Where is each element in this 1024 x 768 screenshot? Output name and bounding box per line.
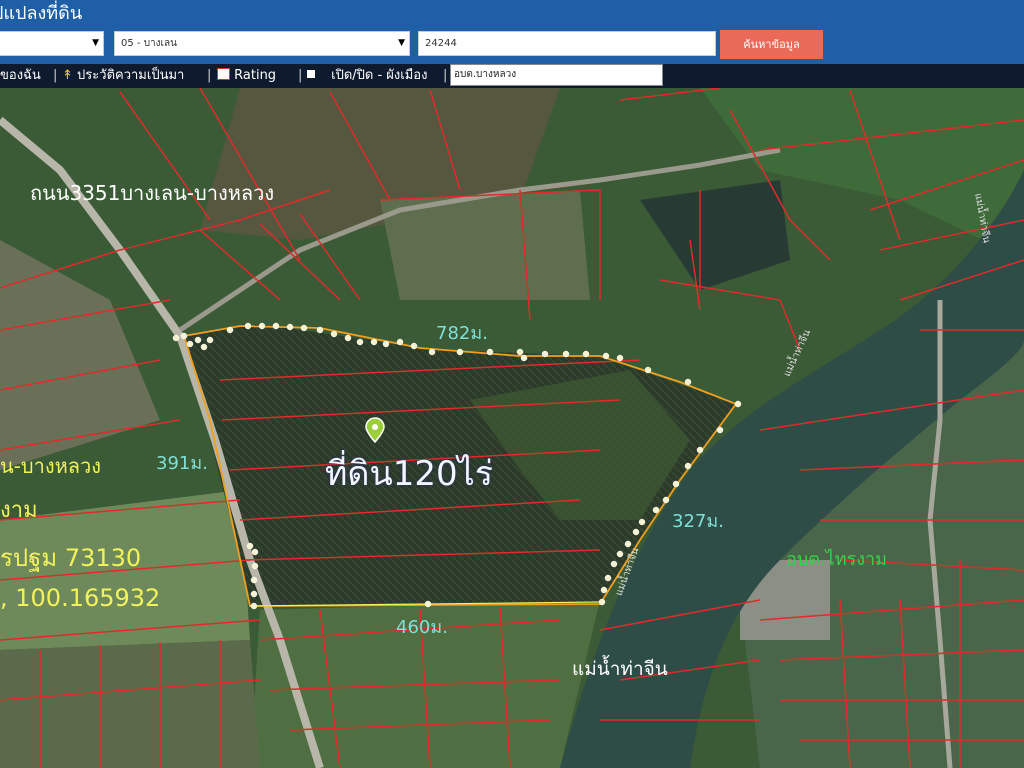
boundary-vertex-marker — [344, 334, 352, 342]
address-line-4: , 100.165932 — [0, 584, 161, 612]
boundary-vertex-marker — [200, 343, 208, 351]
boundary-vertex-marker — [638, 518, 646, 526]
boundary-vertex-marker — [652, 506, 660, 514]
boundary-vertex-marker — [396, 338, 404, 346]
boundary-vertex-marker — [644, 366, 652, 374]
boundary-vertex-marker — [246, 542, 254, 550]
boundary-vertex-marker — [194, 336, 202, 344]
boundary-vertex-marker — [370, 338, 378, 346]
toolbar-separator: | — [443, 68, 448, 83]
boundary-vertex-marker — [180, 332, 188, 340]
boundary-vertex-marker — [226, 326, 234, 334]
boundary-vertex-marker — [356, 338, 364, 346]
boundary-vertex-marker — [616, 354, 624, 362]
toolbar-separator: | — [298, 68, 303, 83]
toolbar-item-cityplan-label: เปิด/ปิด - ผังเมือง — [331, 68, 428, 83]
satellite-map[interactable]: ถนน3351บางเลน-บางหลวง ที่ดิน120ไร่ 782ม.… — [0, 88, 1024, 768]
chevron-down-icon: ▼ — [92, 38, 99, 48]
boundary-vertex-marker — [684, 378, 692, 386]
boundary-vertex-marker — [186, 340, 194, 348]
district-label: อบต.ไทรงาม — [786, 549, 887, 570]
boundary-vertex-marker — [632, 528, 640, 536]
district-select-value: 05 - บางเลน — [121, 38, 177, 49]
boundary-vertex-marker — [250, 602, 258, 610]
boundary-vertex-marker — [734, 400, 742, 408]
toolbar-item-rating-label: Rating — [234, 68, 277, 83]
boundary-vertex-marker — [251, 548, 259, 556]
page-title: ปแปลงที่ดิน — [0, 3, 83, 24]
boundary-vertex-marker — [562, 350, 570, 358]
boundary-vertex-marker — [172, 334, 180, 342]
address-line-1: น-บางหลวง — [0, 454, 102, 478]
boundary-vertex-marker — [672, 480, 680, 488]
toolbar-separator: | — [53, 68, 58, 83]
river-label: แม่น้ำท่าจีน — [572, 658, 668, 680]
search-button[interactable]: ค้นหาข้อมูล — [720, 30, 823, 59]
boundary-vertex-marker — [206, 336, 214, 344]
boundary-vertex-marker — [616, 550, 624, 558]
toolbar-item-rating[interactable]: Rating — [217, 66, 276, 85]
dimension-right: 327ม. — [672, 511, 724, 532]
boundary-vertex-marker — [716, 426, 724, 434]
boundary-vertex-marker — [428, 348, 436, 356]
road-label: ถนน3351บางเลน-บางหลวง — [30, 181, 275, 205]
dimension-left: 391ม. — [156, 453, 208, 474]
boundary-vertex-marker — [251, 562, 259, 570]
boundary-vertex-marker — [410, 342, 418, 350]
dimension-bottom: 460ม. — [396, 617, 448, 638]
chart-icon — [217, 68, 230, 80]
chevron-down-icon: ▼ — [398, 38, 405, 48]
boundary-vertex-marker — [244, 322, 252, 330]
boundary-vertex-marker — [516, 348, 524, 356]
district-select[interactable]: 05 - บางเลน ▼ — [114, 31, 410, 56]
address-line-2: งาม — [0, 498, 38, 523]
boundary-vertex-marker — [382, 340, 390, 348]
location-input[interactable]: อบต.บางหลวง — [450, 64, 663, 86]
boundary-vertex-marker — [602, 352, 610, 360]
boundary-vertex-marker — [600, 586, 608, 594]
province-select[interactable]: ▼ — [0, 31, 104, 56]
field-area — [0, 640, 260, 768]
toolbar-item-history-label: ประวัติความเป็นมา — [77, 68, 185, 83]
boundary-vertex-marker — [286, 323, 294, 331]
boundary-vertex-marker — [486, 348, 494, 356]
boundary-vertex-marker — [582, 350, 590, 358]
parcel-label: ที่ดิน120ไร่ — [325, 454, 493, 494]
boundary-vertex-marker — [541, 350, 549, 358]
boundary-vertex-marker — [424, 600, 432, 608]
boundary-vertex-marker — [604, 574, 612, 582]
boundary-vertex-marker — [456, 348, 464, 356]
boundary-vertex-marker — [316, 326, 324, 334]
boundary-vertex-marker — [258, 322, 266, 330]
boundary-vertex-marker — [300, 324, 308, 332]
dimension-top: 782ม. — [436, 323, 488, 344]
toolbar-item-cityplan-toggle[interactable]: เปิด/ปิด - ผังเมือง — [307, 66, 427, 85]
boundary-vertex-marker — [272, 322, 280, 330]
toolbar-item-mine[interactable]: ของฉัน — [0, 66, 41, 85]
boundary-vertex-marker — [662, 496, 670, 504]
boundary-vertex-marker — [330, 330, 338, 338]
boundary-vertex-marker — [250, 576, 258, 584]
boundary-vertex-marker — [684, 462, 692, 470]
toolbar-separator: | — [207, 68, 212, 83]
square-icon — [307, 70, 315, 78]
sprout-icon: ↟ — [62, 68, 73, 83]
boundary-vertex-marker — [696, 446, 704, 454]
parcel-number-input[interactable]: 24244 — [418, 31, 716, 56]
header-bar: ปแปลงที่ดิน ▼ 05 - บางเลน ▼ 24244 ค้นหาข้… — [0, 0, 1024, 64]
boundary-vertex-marker — [250, 590, 258, 598]
boundary-vertex-marker — [610, 560, 618, 568]
boundary-vertex-marker — [520, 354, 528, 362]
address-line-3: รปฐม 73130 — [0, 544, 142, 572]
boundary-vertex-marker — [598, 598, 606, 606]
toolbar-item-history[interactable]: ↟ ประวัติความเป็นมา — [62, 66, 184, 85]
